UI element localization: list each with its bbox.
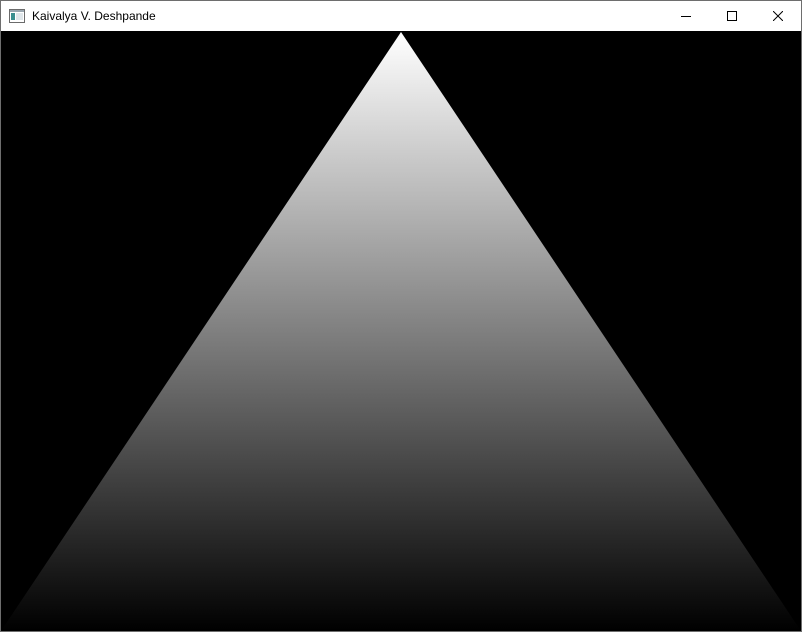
minimize-button[interactable] bbox=[663, 1, 709, 31]
caption-buttons bbox=[663, 1, 801, 31]
window-app-icon[interactable] bbox=[9, 8, 25, 24]
window-title: Kaivalya V. Deshpande bbox=[32, 9, 156, 23]
maximize-icon bbox=[727, 11, 737, 21]
title-bar[interactable]: Kaivalya V. Deshpande bbox=[1, 1, 801, 31]
close-icon bbox=[773, 11, 783, 21]
minimize-icon bbox=[681, 16, 691, 17]
triangle-scene bbox=[1, 31, 801, 631]
render-canvas[interactable] bbox=[1, 31, 801, 631]
close-button[interactable] bbox=[755, 1, 801, 31]
app-window: Kaivalya V. Deshpande bbox=[0, 0, 802, 632]
maximize-button[interactable] bbox=[709, 1, 755, 31]
